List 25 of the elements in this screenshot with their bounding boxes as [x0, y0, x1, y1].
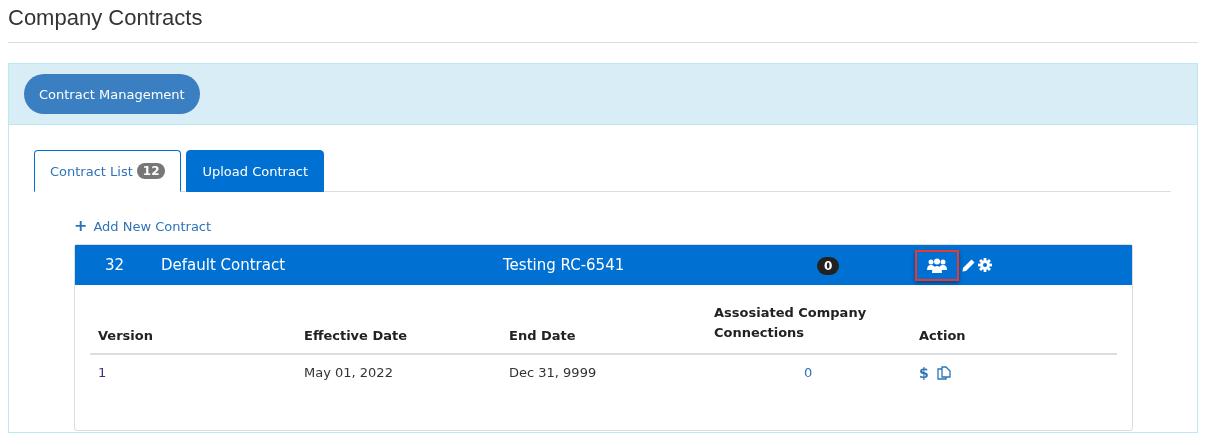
table-cell-text: Dec 31, 9999 [509, 365, 598, 382]
count-badge: 12 [136, 163, 166, 179]
column-header: Assosiated Company Connections [714, 304, 868, 343]
people-icon[interactable] [927, 257, 947, 273]
contract-name: Default Contract [161, 256, 287, 274]
connections-link[interactable]: 0 [804, 365, 813, 381]
settings-icon[interactable] [978, 258, 992, 272]
copy-icon[interactable] [936, 366, 951, 381]
column-header: Effective Date [304, 328, 409, 344]
price-link[interactable]: $ [919, 365, 929, 382]
column-header: Action [919, 328, 967, 344]
pencil-icon[interactable] [962, 258, 975, 272]
tab[interactable]: Upload Contract [186, 150, 325, 192]
contract-id: 32 [104, 256, 126, 274]
connections-badge: 0 [817, 257, 840, 275]
add-contract-link[interactable]: Add New Contract [93, 218, 212, 234]
version-link[interactable]: 1 [98, 365, 304, 382]
contract-description: Testing RC-6541 [503, 256, 626, 274]
page-title: Company Contracts [8, 4, 204, 32]
column-header: Version [98, 328, 154, 344]
tab[interactable]: Contract List 12 [34, 150, 182, 192]
plus-icon: + [74, 218, 88, 234]
table-cell-text: May 01, 2022 [304, 365, 394, 382]
column-header: End Date [509, 328, 577, 344]
contract-management-button[interactable]: Contract Management [24, 74, 200, 114]
